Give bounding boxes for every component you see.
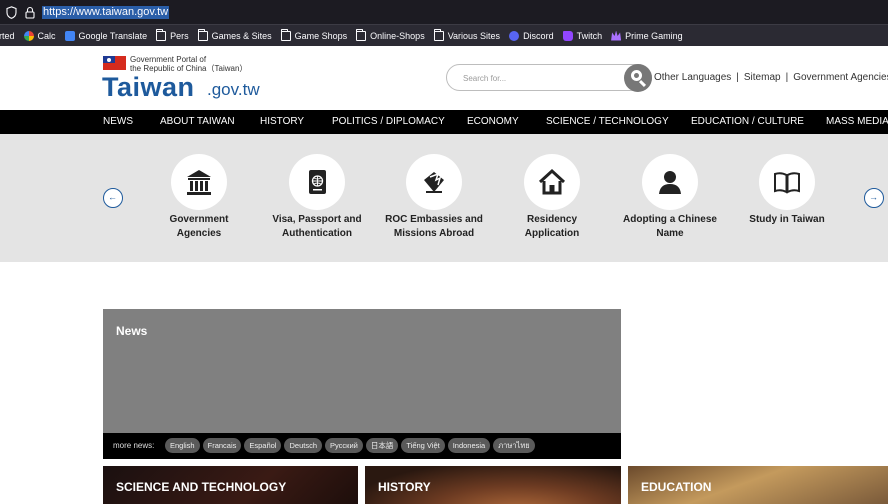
nav-about-taiwan[interactable]: ABOUT TAIWAN — [160, 116, 235, 128]
service-chinese-name[interactable]: Adopting a Chinese Name — [611, 154, 729, 241]
site-logo[interactable]: Taiwan — [102, 72, 195, 102]
passport-icon — [309, 170, 326, 194]
service-residency-application[interactable]: Residency Application — [493, 154, 611, 241]
nav-economy[interactable]: ECONOMY — [467, 116, 519, 128]
bookmark-folder-pers[interactable]: Pers — [156, 28, 189, 41]
service-study-in-taiwan[interactable]: Study in Taiwan — [728, 154, 846, 227]
lang-english-button[interactable]: English — [165, 438, 200, 453]
roc-flag-icon — [103, 56, 126, 70]
tile-history[interactable]: HISTORY — [365, 466, 621, 504]
bookmark-folder-various-sites[interactable]: Various Sites — [433, 28, 500, 41]
government-agencies-link[interactable]: Government Agencies — [793, 72, 888, 83]
nav-mass-media[interactable]: MASS MEDIA — [826, 116, 888, 128]
lang-thai-button[interactable]: ภาษาไทย — [493, 438, 535, 453]
lang-german-button[interactable]: Deutsch — [284, 438, 322, 453]
bookmark-prime-gaming[interactable]: Prime Gaming — [611, 30, 683, 41]
search-button[interactable] — [624, 64, 652, 92]
main-nav: NEWS ABOUT TAIWAN HISTORY POLITICS / DIP… — [0, 110, 888, 134]
news-heading: News — [116, 324, 148, 338]
portal-subtitle: Government Portal of the Republic of Chi… — [130, 55, 248, 73]
google-translate-icon — [64, 30, 75, 41]
nav-politics-diplomacy[interactable]: POLITICS / DIPLOMACY — [332, 116, 445, 128]
book-icon — [774, 172, 800, 194]
search-input[interactable] — [463, 70, 613, 86]
twitch-icon — [562, 30, 573, 41]
bookmarks-bar: rted Calc Google Translate Pers Games & … — [0, 25, 888, 46]
tile-education[interactable]: EDUCATION — [628, 466, 888, 504]
nav-history[interactable]: HISTORY — [260, 116, 304, 128]
house-icon — [538, 168, 566, 195]
carousel-prev-button[interactable]: ← — [103, 188, 123, 208]
bookmark-calc[interactable]: Calc — [23, 30, 56, 41]
bookmark-folder-game-shops[interactable]: Game Shops — [280, 28, 347, 41]
bookmark-discord[interactable]: Discord — [509, 30, 554, 41]
site-logo-suffix[interactable]: .gov.tw — [207, 80, 260, 100]
nav-education-culture[interactable]: EDUCATION / CULTURE — [691, 116, 804, 128]
lang-spanish-button[interactable]: Español — [244, 438, 282, 453]
arrow-right-icon: → — [869, 192, 878, 202]
shield-icon[interactable] — [6, 6, 17, 19]
embassy-flag-icon — [424, 172, 444, 193]
carousel-next-button[interactable]: → — [864, 188, 884, 208]
service-government-agencies[interactable]: Government Agencies — [140, 154, 258, 241]
search-box — [446, 64, 652, 91]
bookmark-google-translate[interactable]: Google Translate — [64, 30, 147, 41]
folder-icon — [433, 28, 444, 41]
lang-french-button[interactable]: Francais — [202, 438, 242, 453]
nav-news[interactable]: NEWS — [103, 116, 133, 128]
bookmark-twitch[interactable]: Twitch — [562, 30, 602, 41]
other-languages-link[interactable]: Other Languages — [654, 72, 731, 83]
folder-icon — [356, 28, 367, 41]
services-carousel: ← → Government Agencies Visa, Passport a… — [0, 134, 888, 262]
lang-indonesian-button[interactable]: Indonesia — [447, 438, 491, 453]
person-icon — [659, 171, 681, 194]
bookmark-folder-games-sites[interactable]: Games & Sites — [197, 28, 272, 41]
prime-gaming-icon — [611, 30, 622, 41]
arrow-left-icon: ← — [108, 192, 117, 202]
header-links: Other Languages | Sitemap | Government Agenc… — [654, 72, 888, 83]
bookmark-item[interactable]: rted — [0, 31, 15, 41]
lock-icon[interactable] — [25, 6, 35, 19]
lang-japanese-button[interactable]: 日本語 — [365, 438, 399, 453]
discord-icon — [509, 30, 520, 41]
government-building-icon — [187, 170, 211, 195]
service-visa-passport[interactable]: Visa, Passport and Authentication — [258, 154, 376, 241]
lang-russian-button[interactable]: Русский — [325, 438, 363, 453]
sitemap-link[interactable]: Sitemap — [744, 72, 781, 83]
bookmark-folder-online-shops[interactable]: Online-Shops — [356, 28, 425, 41]
service-roc-embassies[interactable]: ROC Embassies and Missions Abroad — [375, 154, 493, 241]
folder-icon — [280, 28, 291, 41]
nav-science-technology[interactable]: SCIENCE / TECHNOLOGY — [546, 116, 669, 128]
url-field[interactable]: https://www.taiwan.gov.tw — [42, 6, 170, 19]
news-panel[interactable]: News more news: English Francais Español… — [103, 309, 621, 459]
folder-icon — [156, 28, 167, 41]
more-news-label: more news: — [113, 441, 155, 450]
news-language-bar: more news: English Francais Español Deut… — [103, 433, 621, 459]
lang-vietnamese-button[interactable]: Tiếng Việt — [401, 438, 445, 453]
tile-science-technology[interactable]: SCIENCE AND TECHNOLOGY — [103, 466, 358, 504]
google-icon — [23, 30, 34, 41]
folder-icon — [197, 28, 208, 41]
browser-url-bar: https://www.taiwan.gov.tw — [0, 0, 888, 25]
